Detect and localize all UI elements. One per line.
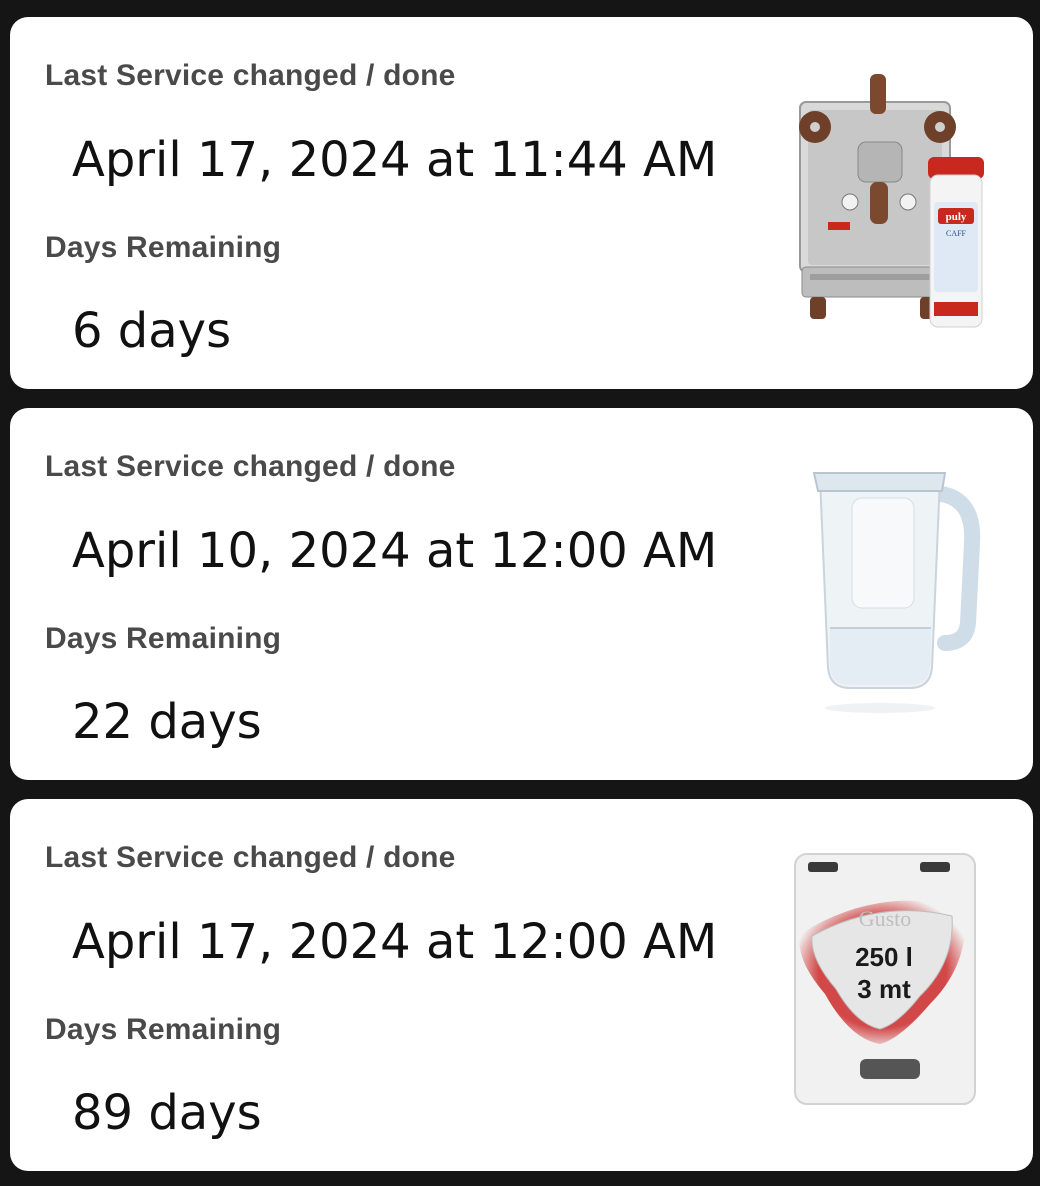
days-remaining-label: Days Remaining [45, 231, 282, 264]
puly-brand-text: puly [946, 211, 967, 223]
last-service-value: April 17, 2024 at 11:44 AM [72, 132, 718, 188]
espresso-machine-with-cleaner-icon: puly CAFF [780, 62, 990, 332]
days-remaining-value: 22 days [72, 694, 262, 750]
filter-duration-text: 3 mt [857, 974, 911, 1004]
water-filter-jug-icon [780, 453, 990, 723]
last-service-label: Last Service changed / done [45, 450, 456, 483]
last-service-label: Last Service changed / done [45, 59, 456, 92]
service-card-espresso-cleaning[interactable]: Last Service changed / done April 17, 20… [10, 17, 1033, 389]
days-remaining-value: 89 days [72, 1085, 262, 1141]
puly-sub-text: CAFF [946, 229, 967, 238]
last-service-value: April 17, 2024 at 12:00 AM [72, 914, 718, 970]
days-remaining-label: Days Remaining [45, 1013, 282, 1046]
service-card-list: Last Service changed / done April 17, 20… [0, 0, 1040, 1186]
days-remaining-label: Days Remaining [45, 622, 282, 655]
last-service-value: April 10, 2024 at 12:00 AM [72, 523, 718, 579]
water-softener-filter-icon: Gusto 250 l 3 mt [780, 844, 990, 1114]
days-remaining-value: 6 days [72, 303, 232, 359]
service-card-water-jug-filter[interactable]: Last Service changed / done April 10, 20… [10, 408, 1033, 780]
last-service-label: Last Service changed / done [45, 841, 456, 874]
filter-brand-text: Gusto [859, 906, 912, 931]
service-card-softener-filter[interactable]: Last Service changed / done April 17, 20… [10, 799, 1033, 1171]
filter-capacity-text: 250 l [855, 942, 913, 972]
